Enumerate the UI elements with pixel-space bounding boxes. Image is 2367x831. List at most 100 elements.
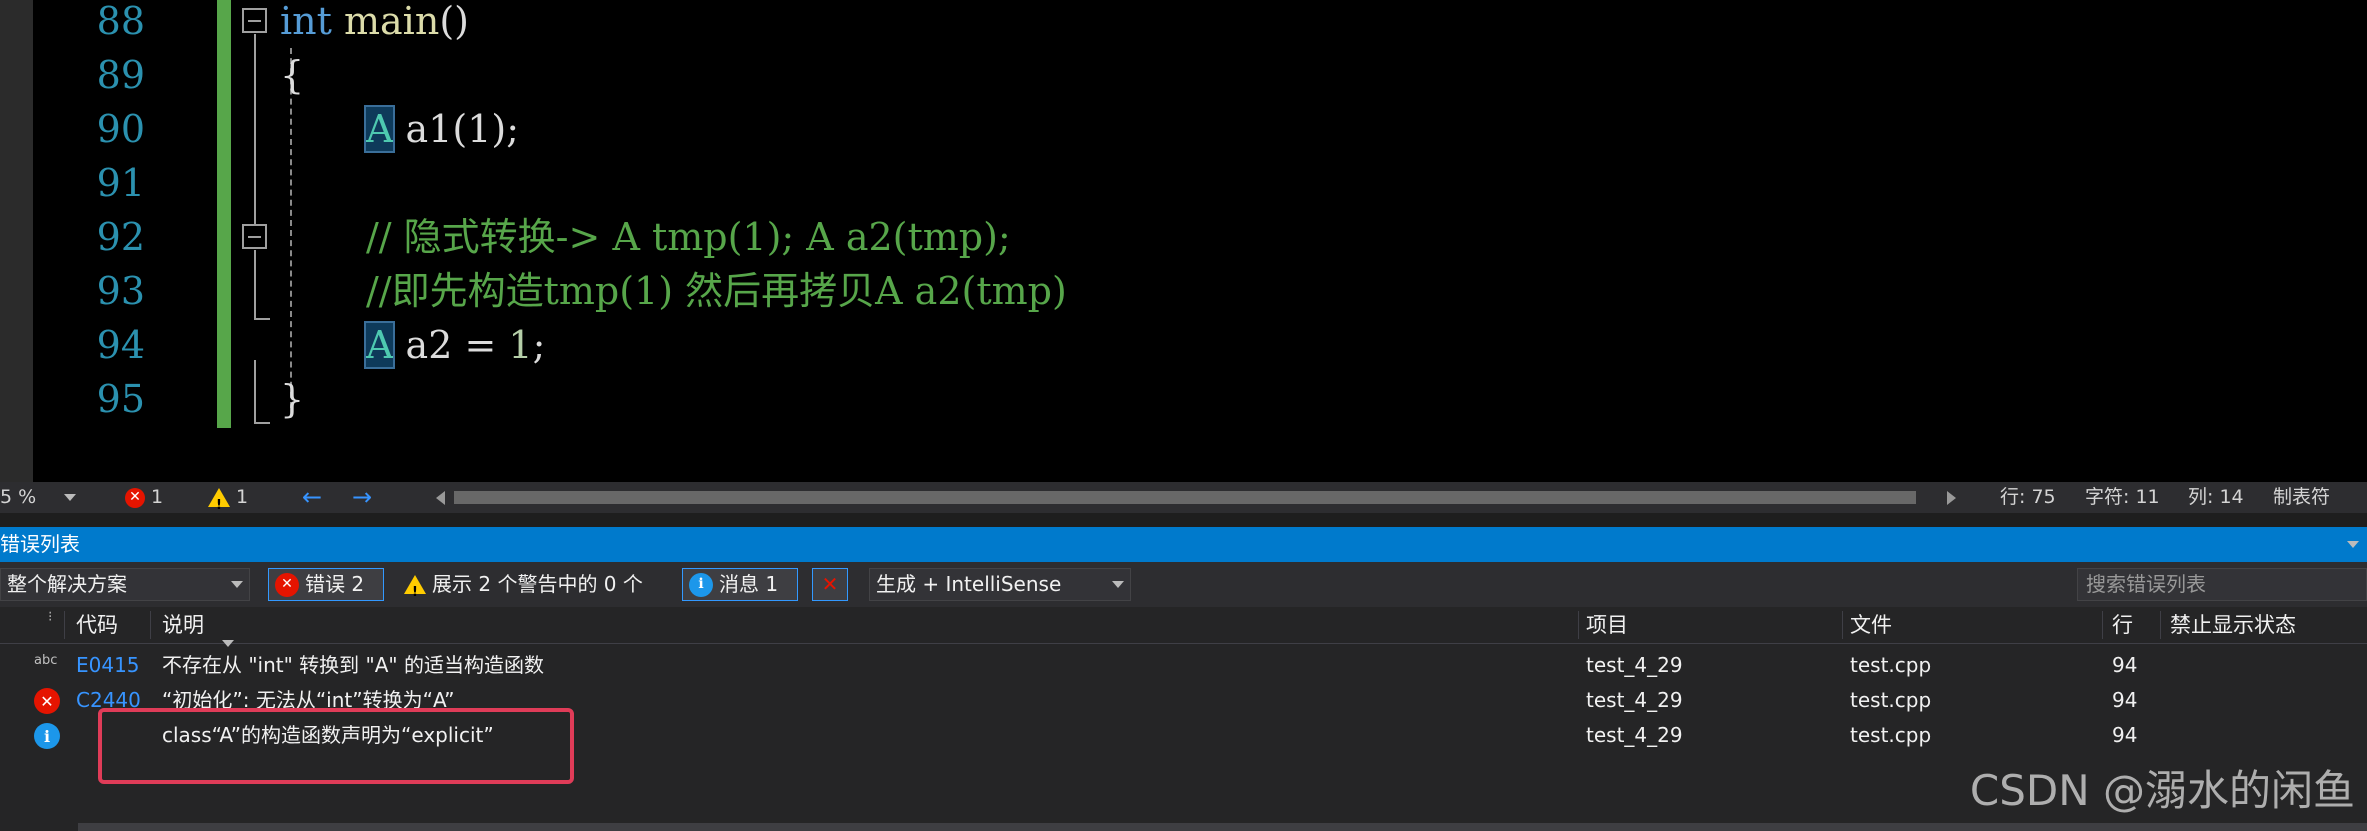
function-name: main	[331, 0, 440, 43]
scrollbar-thumb[interactable]	[454, 491, 1916, 504]
panel-title: 错误列表	[0, 532, 80, 556]
tab-mode-indicator[interactable]: 制表符	[2273, 482, 2330, 513]
horizontal-scrollbar[interactable]	[78, 823, 2367, 831]
code-text: }	[280, 377, 305, 421]
error-squiggle[interactable]: 1	[508, 323, 532, 367]
error-line: 94	[2112, 723, 2138, 747]
outline-guide	[254, 318, 270, 320]
errors-filter-toggle[interactable]: ✕ 错误 2	[268, 568, 384, 601]
column-header-description[interactable]: 说明	[162, 607, 204, 643]
error-icon: ✕	[275, 572, 299, 597]
scroll-left-icon[interactable]	[436, 491, 445, 505]
error-icon: ✕	[125, 487, 145, 508]
source-value: 生成 + IntelliSense	[876, 572, 1062, 596]
warning-count-indicator[interactable]: 1	[208, 482, 249, 521]
error-project: test_4_29	[1586, 723, 1683, 747]
error-file: test.cpp	[1850, 653, 1932, 677]
search-error-list-input[interactable]: 搜索错误列表	[2077, 568, 2367, 601]
error-count-indicator[interactable]: ✕ 1	[125, 482, 163, 513]
code-line-89[interactable]: {	[280, 48, 304, 102]
watermark: CSDN @溺水的闲鱼	[1969, 766, 2355, 815]
warning-count: 1	[236, 486, 249, 508]
code-line-95[interactable]: }	[280, 372, 304, 426]
error-count: 1	[151, 486, 164, 508]
collapse-icon[interactable]	[242, 224, 267, 249]
line-number: 94	[96, 323, 145, 367]
warnings-filter-toggle[interactable]: 展示 2 个警告中的 0 个	[398, 568, 649, 608]
column-indicator: 列: 14	[2188, 486, 2244, 508]
error-code-link[interactable]: E0415	[76, 648, 140, 683]
error-project: test_4_29	[1586, 688, 1683, 712]
warning-icon	[404, 575, 426, 608]
outline-guide	[254, 34, 256, 224]
zoom-dropdown[interactable]: 5 %	[0, 482, 77, 513]
outline-guide	[254, 360, 256, 422]
warning-icon	[208, 488, 230, 521]
indent-guide	[290, 48, 292, 408]
code-line-94[interactable]: A a2 = 1;	[363, 318, 546, 372]
error-line: 94	[2112, 653, 2138, 677]
line-number: 89	[96, 53, 145, 97]
warnings-filter-label: 展示 2 个警告中的 0 个	[432, 572, 643, 596]
line-number: 90	[96, 107, 145, 151]
error-icon: ✕	[34, 688, 60, 714]
scroll-right-icon[interactable]	[1947, 491, 1956, 505]
source-dropdown[interactable]: 生成 + IntelliSense	[869, 568, 1131, 601]
messages-filter-label: 消息 1	[719, 572, 779, 596]
chevron-down-icon	[1112, 581, 1124, 588]
filter-column-icon[interactable]: ⁝	[48, 607, 52, 643]
line-number: 93	[96, 269, 145, 313]
line-number: 92	[96, 215, 145, 259]
code-line-90[interactable]: A a1(1);	[363, 102, 519, 156]
clear-filter-icon[interactable]: ✕	[812, 568, 848, 601]
type-name: A	[363, 321, 396, 369]
info-icon: i	[689, 572, 713, 597]
column-header-suppression[interactable]: 禁止显示状态	[2170, 607, 2296, 643]
editor-status-strip: 5 % ✕ 1 1 ← → 行: 75 字符: 11 列: 14 制表符	[0, 482, 2367, 521]
error-list-titlebar[interactable]: 错误列表	[0, 527, 2367, 562]
column-header-code[interactable]: 代码	[76, 607, 118, 643]
row-indicator: 行: 75	[2000, 486, 2056, 508]
errors-filter-label: 错误 2	[305, 572, 365, 596]
code-text: ;	[532, 323, 546, 367]
horizontal-scrollbar[interactable]	[436, 488, 1956, 507]
chevron-down-icon[interactable]	[2347, 541, 2359, 548]
code-line-93[interactable]: //即先构造tmp(1) 然后再拷贝A a2(tmp)	[366, 264, 1067, 318]
keyword: int	[280, 0, 332, 43]
error-file: test.cpp	[1850, 688, 1932, 712]
char-indicator: 字符: 11	[2085, 486, 2160, 508]
code-line-88[interactable]: int main()	[280, 0, 469, 48]
line-number: 95	[96, 377, 145, 421]
code-text: a1(1);	[393, 107, 519, 151]
column-header-project[interactable]: 项目	[1586, 607, 1628, 643]
navigate-back-icon[interactable]: ←	[302, 482, 322, 513]
collapse-icon[interactable]	[242, 8, 267, 33]
code-editor[interactable]: 88 89 90 91 92 93 94 95 int main() { A a…	[0, 0, 2367, 482]
outline-guide	[254, 250, 256, 320]
spell-check-error-icon: abc	[34, 653, 58, 668]
error-description: 不存在从 "int" 转换到 "A" 的适当构造函数	[162, 653, 544, 677]
messages-filter-toggle[interactable]: i 消息 1	[682, 568, 798, 601]
code-text: {	[280, 53, 305, 97]
scope-value: 整个解决方案	[7, 572, 127, 596]
error-file: test.cpp	[1850, 723, 1932, 747]
navigate-forward-icon[interactable]: →	[352, 482, 372, 513]
line-number: 88	[96, 0, 145, 43]
annotation-highlight-box	[98, 708, 574, 784]
outline-guide	[254, 422, 270, 424]
column-header-file[interactable]: 文件	[1850, 607, 1892, 643]
error-project: test_4_29	[1586, 653, 1683, 677]
change-tracking-bar	[217, 0, 231, 428]
code-text: a2 =	[393, 323, 509, 367]
error-line: 94	[2112, 688, 2138, 712]
error-list-toolbar: 整个解决方案 ✕ 错误 2 展示 2 个警告中的 0 个 i 消息 1 ✕ 生成…	[0, 562, 2367, 608]
editor-left-margin	[0, 0, 33, 482]
column-header-line[interactable]: 行	[2112, 607, 2133, 643]
type-name: A	[363, 105, 396, 153]
table-row[interactable]: abc E0415 不存在从 "int" 转换到 "A" 的适当构造函数 tes…	[0, 648, 2367, 683]
code-text: ()	[439, 0, 469, 43]
scope-dropdown[interactable]: 整个解决方案	[0, 568, 250, 601]
line-number: 91	[96, 161, 145, 205]
grid-header: ⁝ 代码 说明 项目 文件 行 禁止显示状态	[0, 607, 2367, 647]
code-line-92[interactable]: // 隐式转换-> A tmp(1); A a2(tmp);	[366, 210, 1011, 264]
